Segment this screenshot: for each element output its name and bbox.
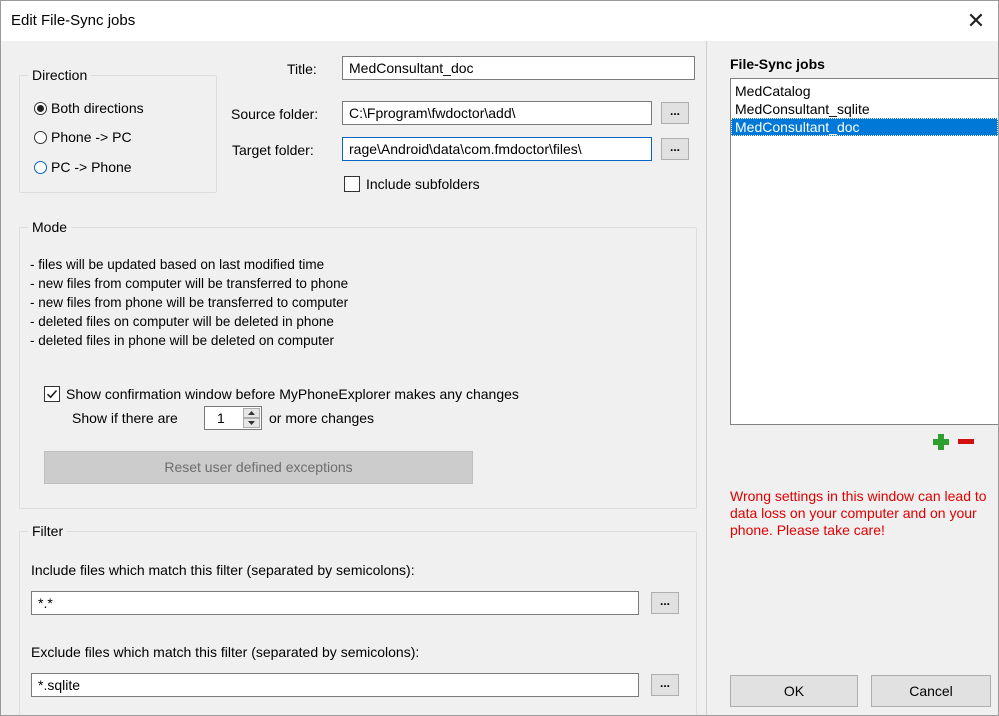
include-filter-input[interactable]: *.* (31, 591, 639, 615)
radio-pc-to-phone[interactable]: PC -> Phone (34, 159, 132, 175)
checkmark-icon (46, 389, 58, 399)
include-subfolders-label: Include subfolders (366, 176, 480, 192)
reset-exceptions-button[interactable]: Reset user defined exceptions (44, 451, 473, 484)
mode-legend: Mode (28, 219, 72, 235)
source-folder-label: Source folder: (231, 106, 319, 122)
radio-label: Phone -> PC (51, 129, 132, 145)
mode-line: - deleted files in phone will be deleted… (30, 333, 334, 348)
change-count-value: 1 (217, 410, 225, 426)
target-folder-label: Target folder: (232, 142, 314, 158)
right-panel: File-Sync jobs MedCatalog MedConsultant_… (706, 41, 998, 715)
edit-file-sync-jobs-window: Edit File-Sync jobs ✕ Direction Both dir… (0, 0, 999, 716)
source-browse-button[interactable]: ... (661, 102, 689, 124)
jobs-heading: File-Sync jobs (730, 56, 825, 72)
spin-up-icon[interactable] (243, 408, 260, 418)
radio-phone-to-pc[interactable]: Phone -> PC (34, 129, 132, 145)
add-job-icon[interactable] (932, 433, 950, 451)
include-filter-browse-button[interactable]: ... (651, 592, 679, 614)
confirm-window-checkbox[interactable] (44, 386, 60, 402)
window-title: Edit File-Sync jobs (11, 12, 136, 29)
cancel-button[interactable]: Cancel (871, 675, 991, 707)
include-filter-label: Include files which match this filter (s… (31, 562, 415, 578)
close-icon[interactable]: ✕ (962, 7, 990, 35)
title-bar: Edit File-Sync jobs ✕ (1, 1, 998, 41)
mode-line: - new files from computer will be transf… (30, 276, 349, 291)
include-subfolders-checkbox[interactable] (344, 176, 360, 192)
title-label: Title: (287, 61, 317, 77)
filter-legend: Filter (28, 523, 68, 539)
mode-description: - files will be updated based on last mo… (30, 255, 348, 350)
radio-button-icon (34, 130, 47, 144)
exclude-filter-input[interactable]: *.sqlite (31, 673, 639, 697)
remove-job-icon[interactable] (957, 433, 975, 451)
target-browse-button[interactable]: ... (661, 138, 689, 160)
exclude-filter-browse-button[interactable]: ... (651, 674, 679, 696)
mode-line: - new files from phone will be transferr… (30, 295, 349, 310)
target-folder-input[interactable]: rage\Android\data\com.fmdoctor\files\ (342, 137, 652, 161)
list-item-selected[interactable]: MedConsultant_doc (731, 118, 998, 136)
radio-label: Both directions (51, 100, 144, 116)
radio-both-directions[interactable]: Both directions (34, 100, 144, 116)
radio-button-icon (34, 101, 47, 115)
show-if-prefix: Show if there are (72, 410, 178, 426)
mode-line: - files will be updated based on last mo… (30, 257, 325, 272)
list-item[interactable]: MedConsultant_sqlite (731, 100, 998, 118)
warning-text: Wrong settings in this window can lead t… (730, 488, 987, 538)
radio-label: PC -> Phone (51, 159, 132, 175)
confirm-window-label: Show confirmation window before MyPhoneE… (66, 386, 519, 402)
exclude-filter-label: Exclude files which match this filter (s… (31, 644, 420, 660)
left-panel: Direction Both directions Phone -> PC PC… (1, 41, 706, 715)
list-item[interactable]: MedCatalog (731, 82, 998, 100)
direction-legend: Direction (28, 67, 92, 83)
mode-line: - deleted files on computer will be dele… (30, 314, 334, 329)
source-folder-input[interactable]: C:\Fprogram\fwdoctor\add\ (342, 101, 652, 125)
change-count-stepper[interactable]: 1 (204, 406, 262, 430)
show-if-suffix: or more changes (269, 410, 375, 426)
title-input[interactable]: MedConsultant_doc (342, 56, 695, 80)
spin-down-icon[interactable] (243, 418, 260, 428)
jobs-list[interactable]: MedCatalog MedConsultant_sqlite MedConsu… (730, 78, 998, 425)
radio-button-icon (34, 160, 47, 174)
ok-button[interactable]: OK (730, 675, 858, 707)
